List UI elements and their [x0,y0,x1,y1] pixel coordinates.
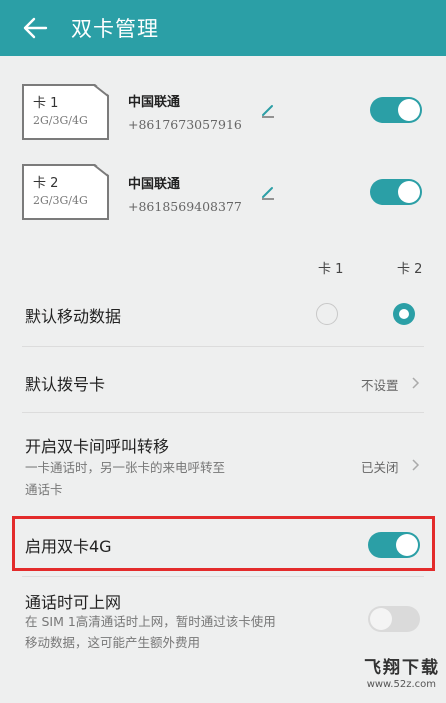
column-sim-1: 卡 1 [318,262,344,277]
sim-card-2-icon: 卡 2 2G/3G/4G [22,164,109,220]
call-internet-subtitle-2: 移动数据，这可能产生额外费用 [25,635,201,650]
sim-1-name: 卡 1 [33,96,59,111]
call-internet-toggle[interactable] [368,606,420,632]
default-data-sim-2-radio[interactable] [393,303,415,325]
watermark-url: www.52z.com [366,679,436,690]
call-forward-label: 开启双卡间呼叫转移 [25,437,170,456]
sim-2-toggle[interactable] [370,179,422,205]
watermark-brand: 飞翔下载 [364,658,440,678]
dual-4g-toggle[interactable] [368,532,420,558]
call-forward-subtitle-2: 通话卡 [25,482,63,497]
default-data-label: 默认移动数据 [25,307,122,326]
call-internet-subtitle-1: 在 SIM 1高清通话时上网，暂时通过该卡使用 [25,614,276,629]
edit-pencil-icon[interactable] [260,102,276,118]
call-internet-label: 通话时可上网 [25,593,122,612]
edit-pencil-icon[interactable] [260,184,276,200]
chevron-right-icon [412,459,420,471]
sim-1-phone: +8617673057916 [128,117,242,132]
sim-2-carrier: 中国联通 [128,177,181,192]
default-dial-value[interactable]: 不设置 [361,375,399,394]
column-sim-2: 卡 2 [397,262,423,277]
sim-1-network: 2G/3G/4G [33,114,88,127]
chevron-right-icon [412,377,420,389]
divider [22,412,424,413]
divider [22,576,424,577]
app-header: 双卡管理 [0,0,446,56]
sim-2-network: 2G/3G/4G [33,194,88,207]
default-data-sim-1-radio[interactable] [316,303,338,325]
divider [22,346,424,347]
sim-1-toggle[interactable] [370,97,422,123]
call-forward-value[interactable]: 已关闭 [361,457,399,476]
sim-2-phone: +8618569408377 [128,199,242,214]
sim-2-name: 卡 2 [33,176,59,191]
sim-card-1-icon: 卡 1 2G/3G/4G [22,84,109,140]
arrow-left-icon[interactable] [22,16,48,40]
sim-1-carrier: 中国联通 [128,95,181,110]
call-forward-subtitle-1: 一卡通话时，另一张卡的来电呼转至 [25,460,226,475]
page-title: 双卡管理 [71,17,159,41]
watermark-logo: 飞翔下载 www.52z.com [320,651,440,699]
dual-4g-label: 启用双卡4G [25,537,112,556]
default-dial-label: 默认拨号卡 [25,375,106,394]
